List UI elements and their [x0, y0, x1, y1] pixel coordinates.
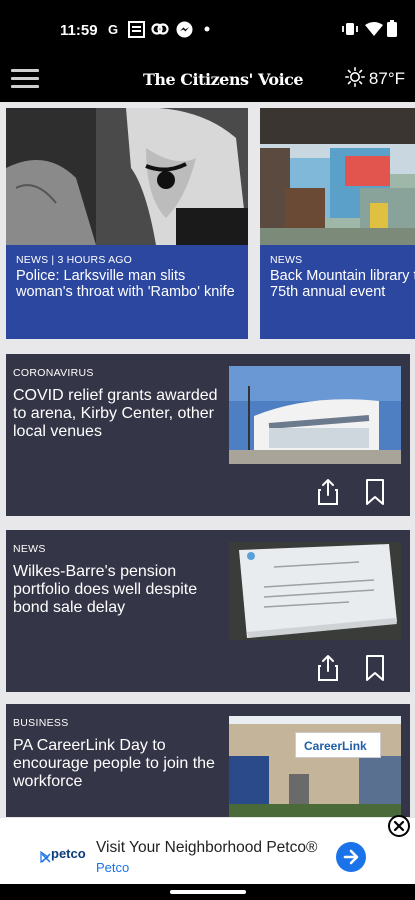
ad-advertiser[interactable]: Petco: [96, 860, 129, 875]
ad-brand: petco: [51, 846, 86, 861]
story-photo: [260, 108, 415, 245]
article-card[interactable]: BUSINESS PA CareerLink Day to encourage …: [6, 704, 410, 817]
article-headline[interactable]: PA CareerLink Day to encourage people to…: [13, 737, 223, 791]
weather-temp: 87°F: [368, 69, 405, 88]
careerlink-sign: CareerLink: [295, 732, 381, 758]
vibrate-icon: [341, 22, 359, 41]
news-icon: [128, 20, 145, 38]
story-headline[interactable]: Police: Larksville man slits woman's thr…: [16, 268, 242, 300]
share-icon[interactable]: [317, 654, 339, 682]
news-feed[interactable]: NEWS | 3 HOURS AGO Police: Larksville ma…: [0, 102, 415, 817]
home-gesture-handle[interactable]: [170, 890, 246, 894]
ad-banner[interactable]: petco Visit Your Neighborhood Petco® Pet…: [0, 817, 415, 884]
ad-content[interactable]: petco Visit Your Neighborhood Petco® Pet…: [36, 830, 378, 883]
article-card[interactable]: CORONAVIRUS COVID relief grants awarded …: [6, 354, 410, 516]
app-bar: The Citizens' Voice 87°F: [0, 56, 415, 102]
article-thumbnail[interactable]: CareerLink: [229, 716, 401, 817]
sun-icon: [344, 66, 365, 92]
close-ad-icon[interactable]: [388, 815, 410, 837]
hamburger-menu-icon[interactable]: [11, 69, 39, 89]
site-logo[interactable]: The Citizens' Voice: [143, 68, 304, 92]
share-icon[interactable]: [317, 478, 339, 506]
dot-icon: [204, 20, 210, 38]
messenger-icon: [176, 20, 193, 38]
article-thumbnail[interactable]: [229, 366, 401, 464]
story-photo: [6, 108, 248, 245]
ad-title[interactable]: Visit Your Neighborhood Petco®: [96, 839, 317, 857]
battery-icon: [387, 20, 397, 42]
carousel-card[interactable]: NEWS Back Mountain library to honor arti…: [260, 108, 415, 339]
ad-choices-close-icon[interactable]: [40, 852, 52, 864]
wifi-icon: [365, 22, 383, 41]
google-icon: G: [107, 21, 119, 37]
article-card[interactable]: NEWS Wilkes-Barre's pension portfolio do…: [6, 530, 410, 692]
bookmark-icon[interactable]: [364, 478, 386, 506]
article-headline[interactable]: COVID relief grants awarded to arena, Ki…: [13, 387, 223, 441]
article-tag: CORONAVIRUS: [13, 367, 94, 379]
carousel-card[interactable]: NEWS | 3 HOURS AGO Police: Larksville ma…: [6, 108, 248, 339]
article-tag: BUSINESS: [13, 717, 69, 729]
story-tag: NEWS: [270, 254, 303, 266]
link-icon: [151, 20, 169, 38]
article-headline[interactable]: Wilkes-Barre's pension portfolio does we…: [13, 563, 223, 617]
system-nav-bar: [0, 884, 415, 900]
bookmark-icon[interactable]: [364, 654, 386, 682]
story-tag: NEWS | 3 HOURS AGO: [16, 254, 133, 266]
status-time: 11:59: [60, 22, 98, 39]
ad-go-button[interactable]: [336, 842, 366, 872]
story-headline[interactable]: Back Mountain library to honor artist Su…: [270, 268, 415, 300]
status-bar: 11:59 G: [0, 0, 415, 56]
weather-widget[interactable]: 87°F: [344, 65, 405, 93]
top-stories-carousel[interactable]: NEWS | 3 HOURS AGO Police: Larksville ma…: [0, 102, 415, 340]
article-thumbnail[interactable]: [229, 542, 401, 640]
article-tag: NEWS: [13, 543, 46, 555]
